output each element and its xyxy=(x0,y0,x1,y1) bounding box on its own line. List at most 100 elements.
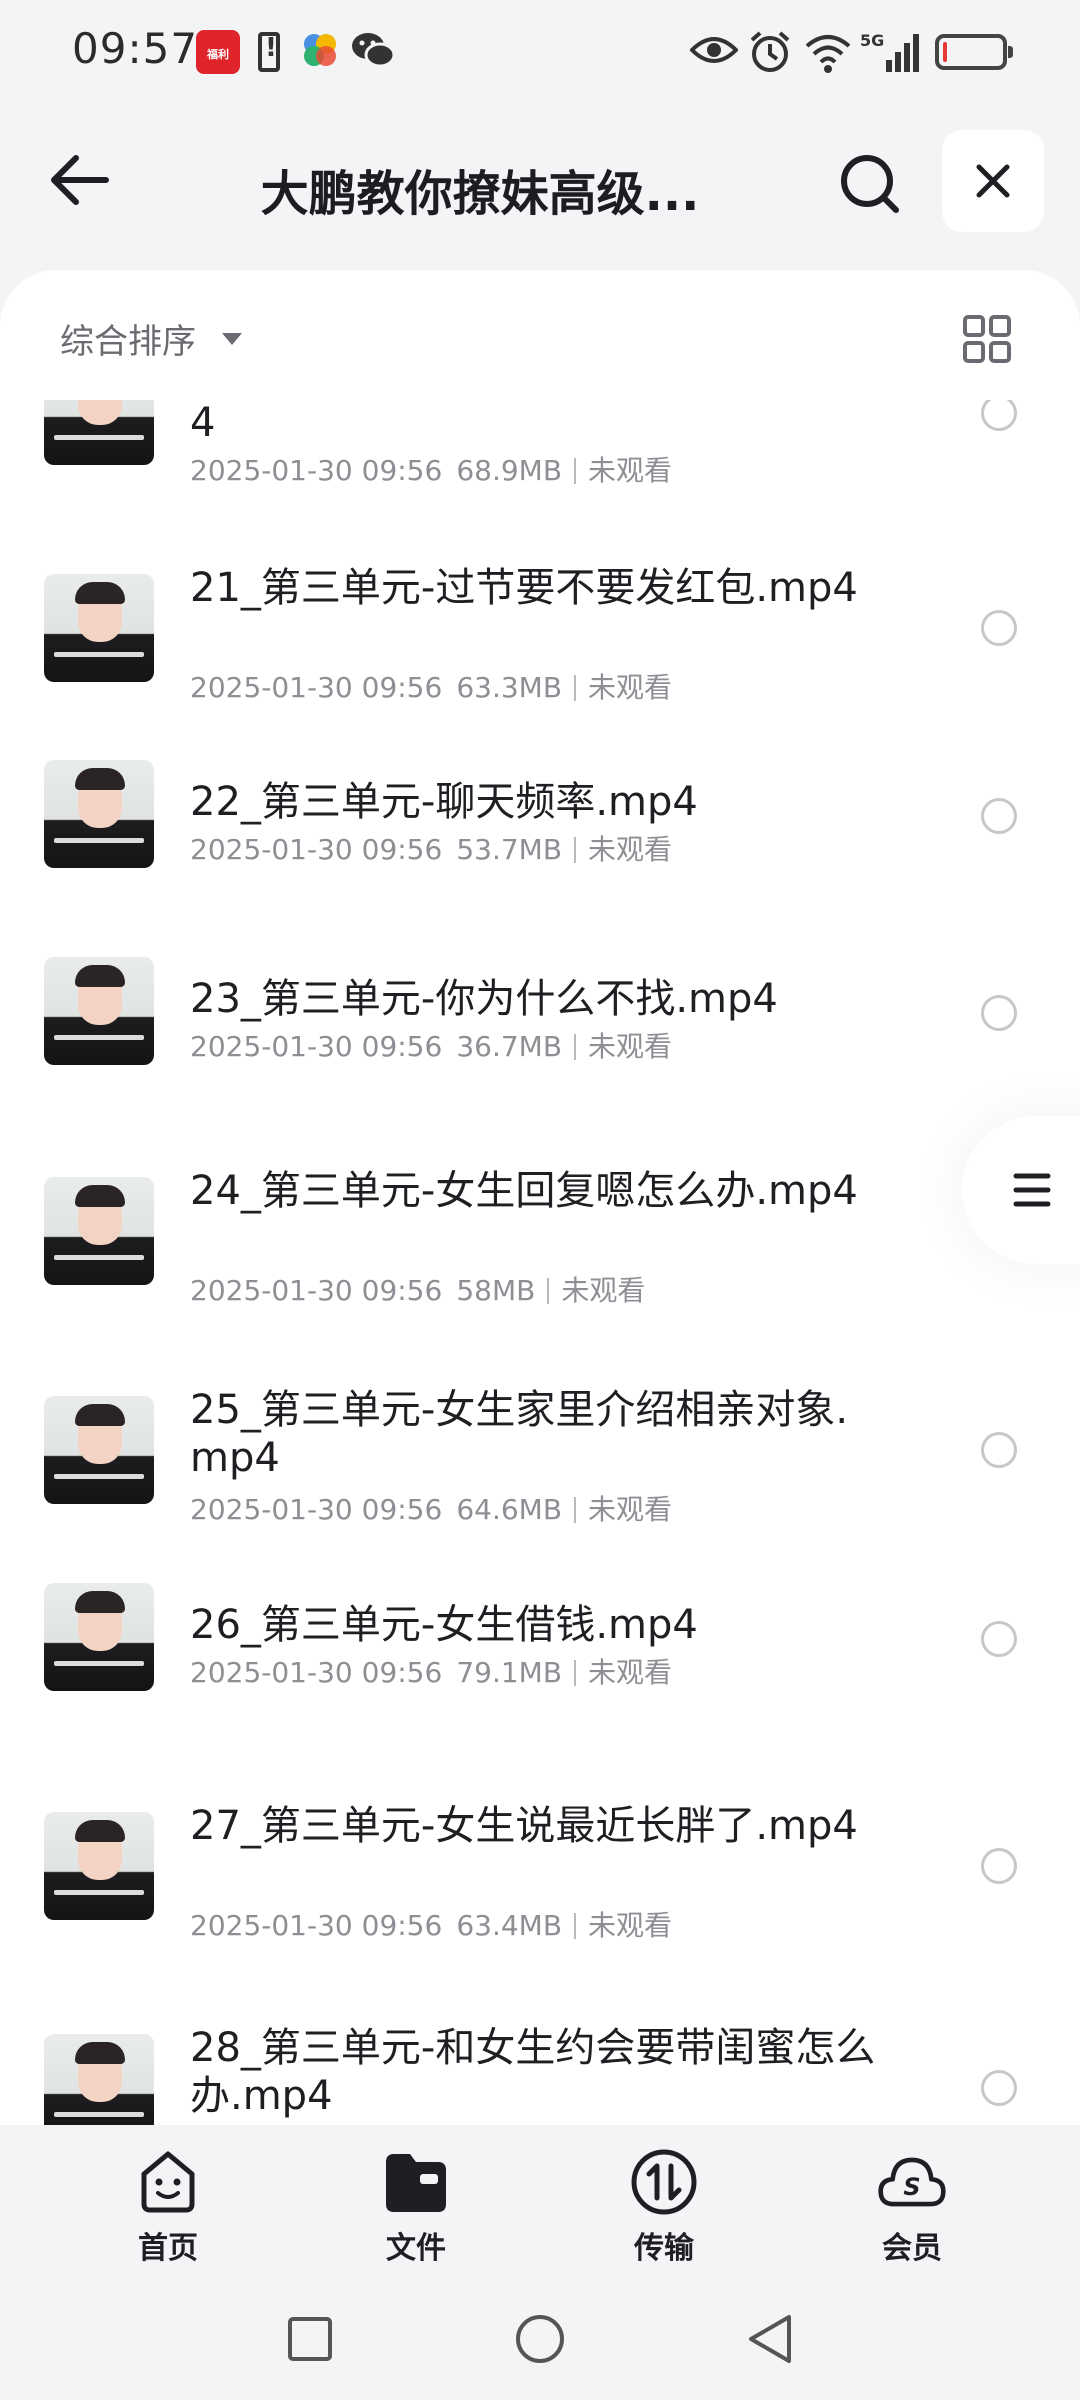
file-size: 63.3MB xyxy=(456,671,563,704)
page-title: 大鹏教你撩妹高级... xyxy=(260,166,700,222)
select-radio[interactable] xyxy=(981,798,1017,834)
search-button[interactable] xyxy=(830,144,910,224)
sort-label: 综合排序 xyxy=(60,322,196,362)
square-icon xyxy=(288,2317,332,2361)
divider xyxy=(574,1660,577,1686)
battery-alert-icon xyxy=(258,32,280,72)
battery-icon xyxy=(935,34,1013,70)
list-toolbar: 综合排序 xyxy=(0,270,1080,400)
home-button[interactable] xyxy=(512,2311,568,2367)
select-radio[interactable] xyxy=(981,1432,1017,1468)
home-smile-icon xyxy=(133,2147,203,2217)
select-radio[interactable] xyxy=(981,995,1017,1031)
file-date: 2025-01-30 09:56 xyxy=(190,833,443,866)
watch-status: 未观看 xyxy=(588,454,673,487)
divider xyxy=(574,1913,577,1939)
watch-status: 未观看 xyxy=(588,671,673,704)
file-row[interactable]: 27_第三单元-女生说最近长胖了.mp4 2025-01-30 09:56 63.4… xyxy=(0,1788,1080,1988)
file-list-panel: 综合排序 4 2025-01-30 09:56 68.9MB 未观看 21_第三单元-过… xyxy=(0,270,1080,2125)
video-thumbnail xyxy=(44,1812,154,1920)
watch-status: 未观看 xyxy=(588,1656,673,1689)
transfer-icon xyxy=(629,2147,699,2217)
file-meta: 2025-01-30 09:56 63.3MB 未观看 xyxy=(190,666,672,706)
status-bar: 09:57 福利 5G xyxy=(0,0,1080,110)
file-name: 4 xyxy=(190,400,216,446)
file-meta: 2025-01-30 09:56 36.7MB 未观看 xyxy=(190,1025,672,1065)
file-size: 68.9MB xyxy=(456,454,563,487)
file-list[interactable]: 4 2025-01-30 09:56 68.9MB 未观看 21_第三单元-过节要不要发… xyxy=(0,400,1080,2125)
menu-icon xyxy=(1013,1173,1051,1207)
select-radio[interactable] xyxy=(981,1621,1017,1657)
watch-status: 未观看 xyxy=(588,1909,673,1942)
close-button[interactable] xyxy=(942,130,1044,232)
file-name: 24_第三单元-女生回复嗯怎么办.mp4 xyxy=(190,1168,858,1214)
file-meta: 2025-01-30 09:56 68.9MB 未观看 xyxy=(190,449,672,489)
caret-down-icon xyxy=(222,332,242,345)
video-thumbnail xyxy=(44,1583,154,1691)
file-meta: 2025-01-30 09:56 79.1MB 未观看 xyxy=(190,1651,672,1691)
watch-status: 未观看 xyxy=(588,833,673,866)
select-radio[interactable] xyxy=(981,1848,1017,1884)
file-size: 58MB xyxy=(456,1274,536,1307)
nav-label: 会员 xyxy=(882,2231,942,2266)
file-row[interactable]: 21_第三单元-过节要不要发红包.mp4 2025-01-30 09:56 63.3… xyxy=(0,550,1080,750)
file-meta: 2025-01-30 09:56 63.4MB 未观看 xyxy=(190,1904,672,1944)
video-thumbnail xyxy=(44,1177,154,1285)
nav-label: 首页 xyxy=(138,2231,198,2266)
back-button[interactable] xyxy=(40,140,120,220)
file-size: 63.4MB xyxy=(456,1909,563,1942)
divider xyxy=(574,1034,577,1060)
file-date: 2025-01-30 09:56 xyxy=(190,1656,443,1689)
nav-home[interactable]: 首页 xyxy=(98,2147,238,2267)
arrow-left-icon xyxy=(51,155,109,205)
video-thumbnail xyxy=(44,760,154,868)
nav-transfer[interactable]: 传输 xyxy=(594,2147,734,2267)
file-row[interactable]: 4 2025-01-30 09:56 68.9MB 未观看 xyxy=(0,400,1080,555)
folder-icon xyxy=(381,2147,451,2217)
file-date: 2025-01-30 09:56 xyxy=(190,1493,443,1526)
file-row[interactable]: 24_第三单元-女生回复嗯怎么办.mp4 2025-01-30 09:56 58MB… xyxy=(0,1153,1080,1353)
select-radio[interactable] xyxy=(981,400,1017,431)
file-date: 2025-01-30 09:56 xyxy=(190,1030,443,1063)
vip-cloud-icon: S xyxy=(877,2147,947,2217)
file-name: 22_第三单元-聊天频率.mp4 xyxy=(190,779,698,825)
app-badge-icon: 福利 xyxy=(196,30,240,74)
recent-apps-button[interactable] xyxy=(282,2311,338,2367)
nav-files[interactable]: 文件 xyxy=(346,2147,486,2267)
back-nav-button[interactable] xyxy=(742,2311,798,2367)
file-size: 53.7MB xyxy=(456,833,563,866)
svg-text:S: S xyxy=(903,2173,920,2201)
video-thumbnail xyxy=(44,1396,154,1504)
file-name: 23_第三单元-你为什么不找.mp4 xyxy=(190,976,778,1022)
file-name: 25_第三单元-女生家里介绍相亲对象.mp4 xyxy=(190,1387,849,1481)
file-meta: 2025-01-30 09:56 64.6MB 未观看 xyxy=(190,1488,672,1528)
divider xyxy=(547,1278,550,1304)
divider xyxy=(574,837,577,863)
select-radio[interactable] xyxy=(981,2070,1017,2106)
header: 大鹏教你撩妹高级... xyxy=(0,110,1080,270)
sort-dropdown[interactable]: 综合排序 xyxy=(60,314,242,363)
file-row[interactable]: 25_第三单元-女生家里介绍相亲对象.mp4 2025-01-30 09:56 64… xyxy=(0,1372,1080,1572)
file-row[interactable]: 22_第三单元-聊天频率.mp4 2025-01-30 09:56 53.7MB 未观… xyxy=(0,758,1080,958)
triangle-back-icon xyxy=(749,2315,791,2363)
file-row[interactable]: 23_第三单元-你为什么不找.mp4 2025-01-30 09:56 36.7MB… xyxy=(0,955,1080,1155)
bottom-nav: 首页 文件 传输 S 会员 xyxy=(0,2125,1080,2275)
file-name: 27_第三单元-女生说最近长胖了.mp4 xyxy=(190,1803,858,1849)
circle-icon xyxy=(516,2315,564,2363)
file-row[interactable]: 28_第三单元-和女生约会要带闺蜜怎么办.mp4 xyxy=(0,2010,1080,2125)
video-thumbnail xyxy=(44,574,154,682)
nav-vip[interactable]: S 会员 xyxy=(842,2147,982,2267)
file-size: 36.7MB xyxy=(456,1030,563,1063)
file-date: 2025-01-30 09:56 xyxy=(190,671,443,704)
divider xyxy=(574,1497,577,1523)
nav-label: 文件 xyxy=(386,2231,446,2266)
file-meta: 2025-01-30 09:56 58MB 未观看 xyxy=(190,1269,645,1309)
file-size: 64.6MB xyxy=(456,1493,563,1526)
file-row[interactable]: 26_第三单元-女生借钱.mp4 2025-01-30 09:56 79.1MB 未观… xyxy=(0,1581,1080,1781)
grid-view-button[interactable] xyxy=(962,314,1012,364)
file-date: 2025-01-30 09:56 xyxy=(190,1909,443,1942)
wifi-icon xyxy=(804,30,852,74)
wechat-icon xyxy=(350,30,396,70)
select-radio[interactable] xyxy=(981,610,1017,646)
file-meta: 2025-01-30 09:56 53.7MB 未观看 xyxy=(190,828,672,868)
